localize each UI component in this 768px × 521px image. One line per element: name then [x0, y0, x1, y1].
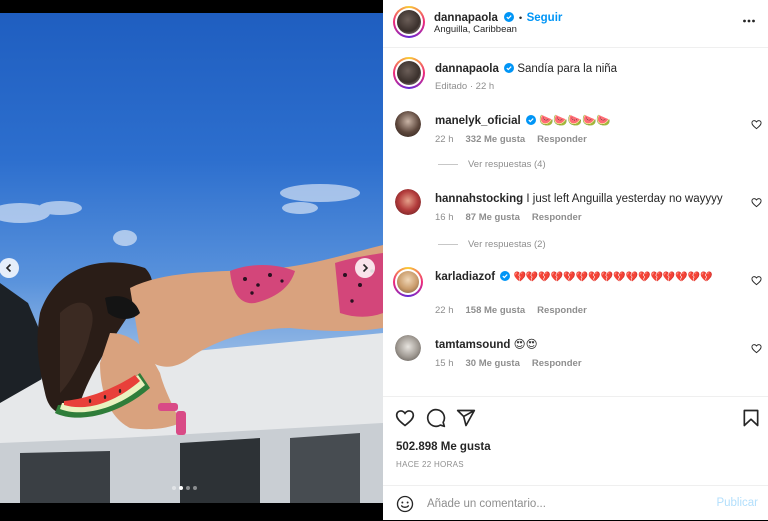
comment-likes[interactable]: 158 Me gusta: [466, 305, 526, 316]
caption-avatar[interactable]: [393, 57, 425, 89]
comment-text: 🍉🍉🍉🍉🍉: [539, 115, 611, 127]
reply-button[interactable]: Responder: [537, 305, 587, 316]
carousel-dot: [186, 486, 190, 490]
comments-list: dannapaola Sandía para la niña Editado ·…: [383, 49, 768, 392]
publish-button[interactable]: Publicar: [716, 497, 758, 509]
comment-likes[interactable]: 332 Me gusta: [466, 134, 526, 145]
commenter-username[interactable]: manelyk_oficial: [435, 115, 521, 127]
comment-like-heart-icon[interactable]: [751, 343, 762, 354]
carousel-dot: [193, 486, 197, 490]
commenter-username[interactable]: karladiazof: [435, 271, 495, 283]
post-modal: dannapaola • Seguir Anguilla, Caribbean …: [0, 0, 768, 520]
comment-item: karladiazof 💔💔💔💔💔💔💔💔💔💔💔💔💔💔💔💔 22 h 158 Me…: [383, 267, 768, 337]
comment-time[interactable]: 15 h: [435, 358, 454, 369]
comment-like-heart-icon[interactable]: [751, 197, 762, 208]
comment-time[interactable]: 22 h: [435, 134, 454, 145]
comment-item: hannahstocking I just left Anguilla yest…: [383, 189, 768, 261]
comment-input[interactable]: [427, 495, 687, 513]
comment-item: manelyk_oficial 🍉🍉🍉🍉🍉 22 h 332 Me gusta …: [383, 111, 768, 183]
reply-button[interactable]: Responder: [532, 212, 582, 223]
comment-likes[interactable]: 87 Me gusta: [466, 212, 520, 223]
separator-dot: •: [518, 13, 523, 24]
comment-icon[interactable]: [426, 408, 446, 428]
comment-time[interactable]: 22 h: [435, 305, 454, 316]
bookmark-icon[interactable]: [741, 408, 761, 428]
comment-text: 😍😍: [513, 339, 538, 351]
comment-composer: Publicar: [383, 485, 768, 521]
follow-button[interactable]: Seguir: [527, 12, 563, 24]
post-actions: 502.898 Me gusta HACE 22 HORAS Publicar: [383, 396, 768, 520]
commenter-avatar[interactable]: [395, 189, 421, 215]
more-horizontal-icon[interactable]: [742, 14, 756, 28]
post-caption: dannapaola Sandía para la niña Editado ·…: [383, 57, 768, 107]
caption-username[interactable]: dannapaola: [435, 63, 499, 75]
post-time[interactable]: HACE 22 HORAS: [396, 460, 464, 469]
comment-time[interactable]: 16 h: [435, 212, 454, 223]
post-header: dannapaola • Seguir Anguilla, Caribbean: [383, 0, 768, 48]
carousel-prev-button[interactable]: [0, 258, 19, 278]
view-replies-label: Ver respuestas (4): [468, 159, 546, 170]
commenter-username[interactable]: tamtamsound: [435, 339, 510, 351]
carousel-indicators: [172, 486, 197, 490]
replies-line: [438, 244, 458, 245]
verified-badge-icon: [500, 271, 511, 281]
verified-badge-icon: [504, 12, 515, 22]
view-replies-button[interactable]: Ver respuestas (4): [438, 159, 546, 170]
comment-text: 💔💔💔💔💔💔💔💔💔💔💔💔💔💔💔💔: [513, 272, 713, 283]
commenter-avatar[interactable]: [395, 111, 421, 137]
comment-text: I just left Anguilla yesterday no wayyyy: [526, 193, 723, 205]
commenter-username[interactable]: hannahstocking: [435, 193, 523, 205]
carousel-next-button[interactable]: [355, 258, 375, 278]
comment-item: tamtamsound 😍😍 15 h 30 Me gusta Responde…: [383, 335, 768, 375]
likes-count[interactable]: 502.898 Me gusta: [396, 441, 491, 453]
author-username[interactable]: dannapaola: [434, 12, 498, 24]
post-side-panel: dannapaola • Seguir Anguilla, Caribbean …: [383, 0, 768, 520]
reply-button[interactable]: Responder: [532, 358, 582, 369]
view-replies-button[interactable]: Ver respuestas (2): [438, 239, 546, 250]
replies-line: [438, 164, 458, 165]
author-avatar[interactable]: [393, 6, 425, 38]
carousel-dot-active: [179, 486, 183, 490]
post-photo: [0, 184, 383, 503]
chevron-right-icon: [362, 263, 369, 273]
comment-like-heart-icon[interactable]: [751, 119, 762, 130]
caption-meta: Editado · 22 h: [435, 81, 495, 92]
commenter-avatar[interactable]: [395, 335, 421, 361]
verified-badge-icon: [525, 115, 536, 125]
chevron-left-icon: [5, 263, 12, 273]
view-replies-label: Ver respuestas (2): [468, 239, 546, 250]
verified-badge-icon: [504, 63, 515, 73]
commenter-avatar[interactable]: [393, 267, 423, 297]
heart-icon[interactable]: [395, 408, 415, 428]
post-media: [0, 13, 383, 503]
emoji-icon[interactable]: [396, 495, 414, 513]
post-location[interactable]: Anguilla, Caribbean: [434, 24, 517, 35]
comment-like-heart-icon[interactable]: [751, 275, 762, 286]
send-icon[interactable]: [456, 408, 476, 428]
comment-likes[interactable]: 30 Me gusta: [466, 358, 520, 369]
reply-button[interactable]: Responder: [537, 134, 587, 145]
caption-text: Sandía para la niña: [517, 63, 618, 75]
carousel-dot: [172, 486, 176, 490]
